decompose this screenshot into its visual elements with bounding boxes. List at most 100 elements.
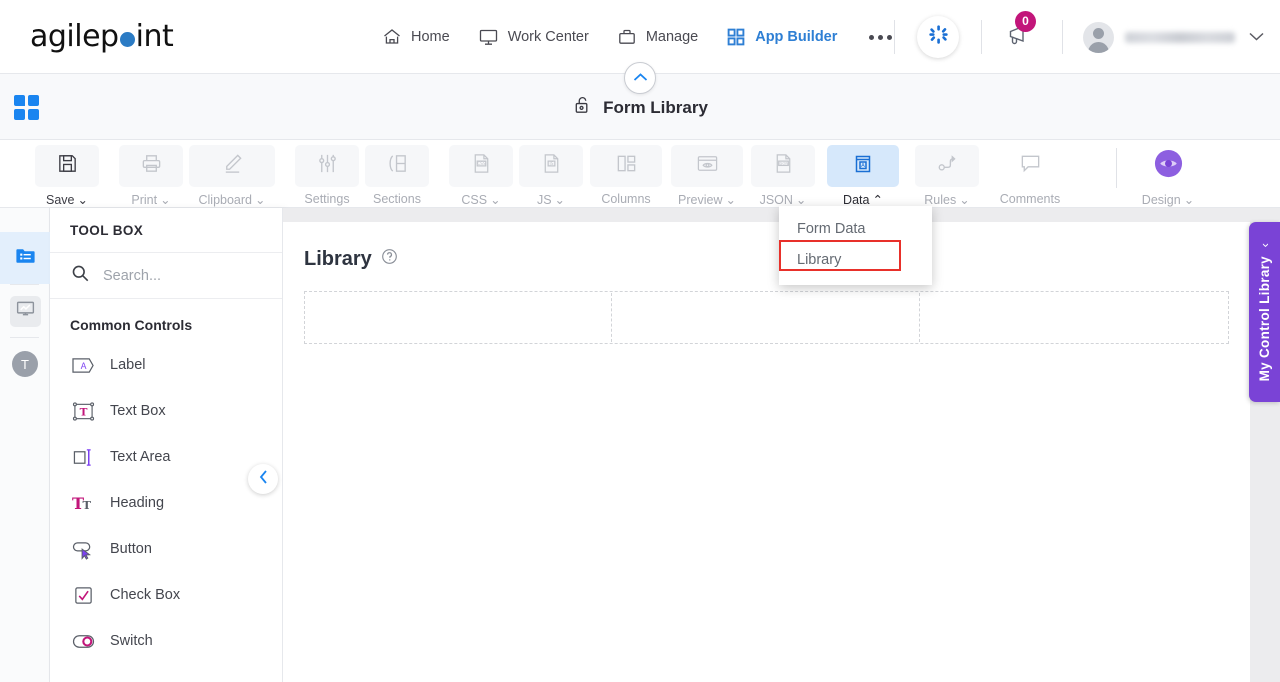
preview-eye-icon [696,152,719,180]
user-menu[interactable] [1083,21,1264,53]
data-book-icon: A [851,152,875,181]
toolbox-control-heading[interactable]: T T Heading [50,480,282,526]
control-label-text: Switch [110,633,153,649]
toolbar-save-label: Save [46,192,75,207]
control-label-text: Text Area [110,449,171,465]
user-name-label [1125,31,1235,43]
nav-label-home: Home [411,29,450,45]
control-label-text: Label [110,357,146,373]
toolbar-css-label: CSS [461,192,488,207]
chevron-left-icon [259,469,268,489]
toolbar-print-label: Print [131,192,158,207]
toolbar-rules-button[interactable]: Rules ⌄ [912,140,982,207]
text-area-icon [70,447,96,468]
megaphone-icon [1006,24,1036,52]
control-label-text: Heading [110,495,165,511]
toolbox-control-check-box[interactable]: Check Box [50,572,282,618]
chart-icon [15,298,36,324]
logo-dot-icon [119,32,135,47]
toolbox-control-text-area[interactable]: Text Area [50,434,282,480]
svg-text:A: A [861,163,865,169]
agilepoint-logo[interactable]: agilep int [30,19,174,54]
chevron-down-icon: ⌄ [554,193,566,207]
header-divider-3 [1062,20,1063,54]
json-file-icon: JSON [772,152,795,180]
chevron-up-icon: ⌃ [872,193,883,207]
toolbar-clipboard-button[interactable]: Clipboard ⌄ [186,140,278,207]
nav-item-work-center[interactable]: Work Center [478,0,589,74]
my-control-library-tab[interactable]: ‹ My Control Library [1249,222,1280,402]
toolbox-header: TOOL BOX [50,208,282,253]
svg-text:JS: JS [548,161,553,166]
chevron-left-icon: ‹ [1257,242,1272,247]
page-title: Form Library [0,95,1280,121]
toolbox-control-text-box[interactable]: T Text Box [50,388,282,434]
toolbar-comments-button[interactable]: Comments [982,140,1078,206]
control-label-text: Check Box [110,587,181,603]
toolbar-css-button[interactable]: CSS CSS ⌄ [446,140,516,207]
chevron-down-icon: ⌄ [959,193,970,207]
logo-text-part2: int [135,19,174,54]
rail-item-form-controls[interactable] [0,232,50,284]
nav-label-manage: Manage [645,29,699,45]
data-dropdown-menu: Form Data Library [779,206,932,285]
sliders-icon [316,152,339,180]
toolbar-data-button[interactable]: A Data ⌃ [827,140,899,207]
rail-item-charts[interactable] [0,285,50,337]
toolbar-json-label: JSON [759,192,793,207]
toolbar-json-button[interactable]: JSON JSON ⌄ [748,140,818,207]
toolbar-columns-button[interactable]: Columns [586,140,666,206]
toolbox-search-row [50,253,282,299]
dropdown-item-library[interactable]: Library [779,245,932,276]
home-icon [382,27,402,47]
toolbox-control-button[interactable]: Button [50,526,282,572]
toolbox-panel: TOOL BOX Common Controls A Label T [50,208,283,682]
nav-item-home[interactable]: Home [382,0,450,74]
dropzone-cell[interactable] [306,293,612,342]
pencil-icon [221,152,244,180]
search-input[interactable] [103,267,253,284]
toolbar-save-button[interactable]: Save ⌄ [32,140,102,207]
form-card: Library [283,222,1250,682]
toolbar-print-button[interactable]: Print ⌄ [116,140,186,207]
rail-item-text[interactable]: T [0,338,50,390]
form-dropzone-row[interactable] [304,291,1229,344]
toolbar-js-button[interactable]: JS JS ⌄ [516,140,586,207]
print-icon [140,152,163,180]
toolbar-design-button[interactable]: Design ⌄ [1133,140,1203,207]
toolbox-control-label[interactable]: A Label [50,342,282,388]
chevron-down-icon: ⌄ [160,193,171,207]
logo-text-part1: agilep [30,19,119,54]
chevron-down-icon: ⌄ [1183,193,1195,207]
nav-item-app-builder[interactable]: App Builder [726,0,837,74]
grid-icon [726,27,746,47]
toolbox-group-label: Common Controls [70,317,193,333]
avatar-icon [1083,21,1114,53]
search-icon [71,264,90,288]
dropzone-cell[interactable] [614,293,920,342]
svg-text:A: A [80,361,86,371]
nav-more-button[interactable] [869,0,893,74]
help-circle-icon[interactable] [381,248,398,271]
columns-icon [615,152,638,180]
toolbox-control-switch[interactable]: Switch [50,618,282,664]
nav-item-manage[interactable]: Manage [617,0,698,74]
form-controls-icon [14,244,37,272]
chevron-up-icon [633,69,648,87]
toolbar-sections-button[interactable]: Sections [362,140,432,206]
toolbar-settings-button[interactable]: Settings [292,140,362,206]
dropdown-item-form-data[interactable]: Form Data [779,214,932,245]
dropzone-cell[interactable] [922,293,1227,342]
notifications-button[interactable]: 0 [1006,10,1036,53]
ai-assistant-button[interactable] [917,16,959,58]
js-file-icon: JS [540,152,563,180]
svg-text:T: T [79,406,87,418]
check-box-icon [70,585,96,606]
left-icon-rail: T [0,208,50,682]
toolbar-preview-button[interactable]: Preview ⌄ [666,140,748,207]
toolbar-clipboard-label: Clipboard [198,192,253,207]
collapse-header-button[interactable] [624,62,656,94]
toolbox-collapse-button[interactable] [248,464,278,494]
toolbar-preview-label: Preview [678,192,723,207]
chevron-down-icon: ⌄ [490,193,501,207]
